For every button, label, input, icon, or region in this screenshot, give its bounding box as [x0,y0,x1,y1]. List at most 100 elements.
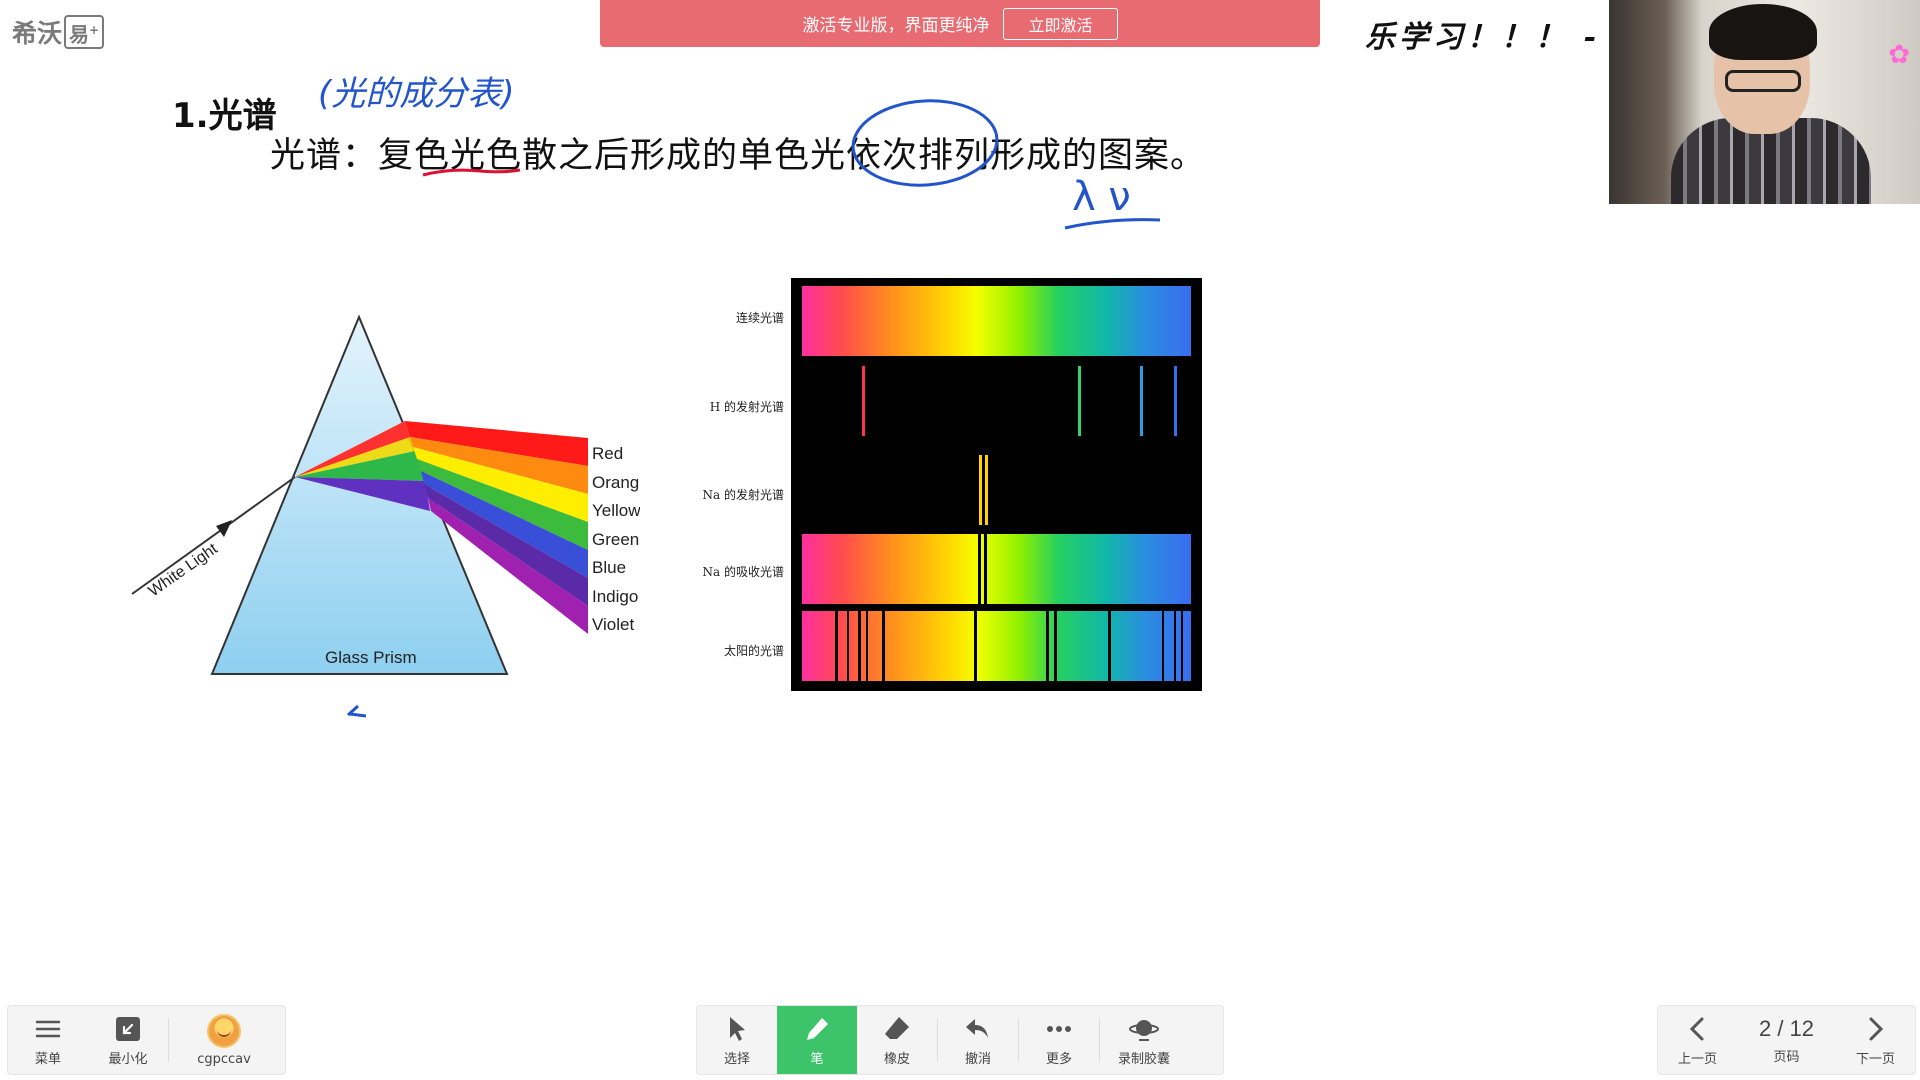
username-label: cgpccav [197,1051,251,1067]
more-label: 更多 [1045,1051,1072,1067]
slide-definition: 光谱：复色光色散之后形成的单色光依次排列形成的图案。 [270,136,1207,176]
glass-prism-label: Glass Prism [325,648,417,667]
white-light-label: White Light [146,540,222,600]
sparkle-icon: ✿ [1888,40,1910,70]
activation-banner: 激活专业版，界面更纯净 立即激活 [600,0,1320,47]
na-line-1 [979,455,982,525]
banner-text: 激活专业版，界面更纯净 [802,16,990,36]
pen-label: 笔 [810,1051,824,1067]
app-logo: 希沃 易+ [12,14,105,50]
left-toolbar: 菜单 最小化 cgpccav [7,1005,286,1075]
color-label-orange: Orange [592,473,640,492]
color-label-blue: Blue [592,558,626,577]
na-absorption-spectrum [802,534,1191,604]
undo-icon [966,1018,988,1038]
na-emission-spectrum [802,455,1191,525]
solar-line [882,611,885,681]
label-solar: 太阳的光谱 [723,644,784,658]
eraser-label: 橡皮 [883,1051,910,1067]
handwritten-top-text: 乐学习！！！ - [1365,20,1600,55]
solar-line [1046,611,1049,681]
label-continuous: 连续光谱 [735,311,784,325]
solar-line [858,611,861,681]
minimize-icon [116,1016,140,1041]
logo-box-text: 易 [69,22,90,47]
avatar [207,1013,241,1048]
prism-diagram: Red Orange Yellow Green Blue Indigo Viol… [131,314,640,675]
spectra-labels: 连续光谱 H 的发射光谱 Na 的发射光谱 Na 的吸收光谱 太阳的光谱 [680,276,790,696]
select-tool-button[interactable]: 选择 [697,1006,777,1074]
whiteboard-app: 希沃 易+ 激活专业版，界面更纯净 立即激活 乐学习！！！ - ✿ 1.光谱 光… [0,0,1920,1080]
minimize-button[interactable]: 最小化 [88,1006,168,1074]
menu-button[interactable]: 菜单 [8,1006,88,1074]
label-na-emission: Na 的发射光谱 [702,488,784,502]
next-page-button[interactable]: 下一页 [1836,1006,1915,1074]
logo-text: 希沃 [12,19,63,48]
h-emission-spectrum [802,366,1191,436]
page-label: 页码 [1773,1049,1800,1065]
pen-icon [807,1017,828,1040]
webcam-glasses [1725,70,1801,92]
prev-page-label: 上一页 [1678,1051,1718,1067]
h-line-violet [1174,366,1177,436]
chevron-right-icon [1869,1017,1884,1040]
more-button[interactable]: 更多 [1019,1006,1099,1074]
webcam-feed: ✿ [1609,0,1920,204]
planet-icon [1129,1019,1159,1041]
h-line-red [862,366,865,436]
label-h-emission: H 的发射光谱 [709,400,784,414]
prev-page-button[interactable]: 上一页 [1658,1006,1737,1074]
color-label-violet: Violet [592,615,634,634]
solar-line [866,611,868,681]
record-label: 录制胶囊 [1117,1051,1170,1067]
logo-box: 易+ [64,14,105,50]
solar-line [1181,611,1183,681]
solar-spectrum [802,611,1191,681]
h-line-cyan [1078,366,1081,436]
eraser-tool-button[interactable]: 橡皮 [857,1006,937,1074]
solar-line [1174,611,1176,681]
activate-now-button[interactable]: 立即激活 [1003,7,1118,40]
label-na-absorption: Na 的吸收光谱 [702,565,784,579]
menu-icon [35,1020,61,1037]
record-capsule-button[interactable]: 录制胶囊 [1100,1006,1188,1074]
slide-title: 1.光谱 [172,96,277,136]
blue-underline [1064,218,1161,230]
chevron-left-icon [1689,1017,1704,1040]
handwritten-note: (光的成分表) [318,74,515,114]
color-label-indigo: Indigo [592,587,638,606]
next-page-label: 下一页 [1855,1051,1895,1067]
solar-line [974,611,977,681]
minimize-label: 最小化 [108,1051,148,1067]
select-label: 选择 [723,1051,750,1067]
webcam-hair [1709,4,1817,60]
menu-label: 菜单 [34,1051,61,1067]
solar-line [1054,611,1057,681]
cursor-icon [730,1016,745,1041]
color-label-green: Green [592,530,639,549]
page-number: 2 / 12 [1758,1015,1815,1041]
arrow-icon [216,520,232,537]
h-line-blue [1140,366,1143,436]
solar-line [847,611,849,681]
undo-button[interactable]: 撤消 [938,1006,1018,1074]
solar-line [1162,611,1164,681]
na-abs-line-2 [984,534,987,604]
user-profile[interactable]: cgpccav [169,1006,279,1074]
ink-mark [346,704,367,718]
logo-plus: + [89,22,100,37]
lambda-nu-symbols: λ ν [1072,174,1131,220]
spectra-panel [791,278,1202,691]
page-indicator[interactable]: 2 / 12 页码 [1737,1006,1836,1074]
color-label-yellow: Yellow [592,501,640,520]
undo-label: 撤消 [964,1051,991,1067]
color-label-red: Red [592,444,623,463]
solar-line [835,611,838,681]
page-navigator: 上一页 2 / 12 页码 下一页 [1657,1005,1916,1075]
more-icon [1047,1025,1071,1032]
continuous-spectrum [802,286,1191,356]
tool-toolbar: 选择 笔 橡皮 撤消 更多 录制胶囊 [696,1005,1224,1075]
na-line-2 [985,455,988,525]
pen-tool-button[interactable]: 笔 [777,1006,857,1074]
eraser-icon [885,1016,909,1039]
